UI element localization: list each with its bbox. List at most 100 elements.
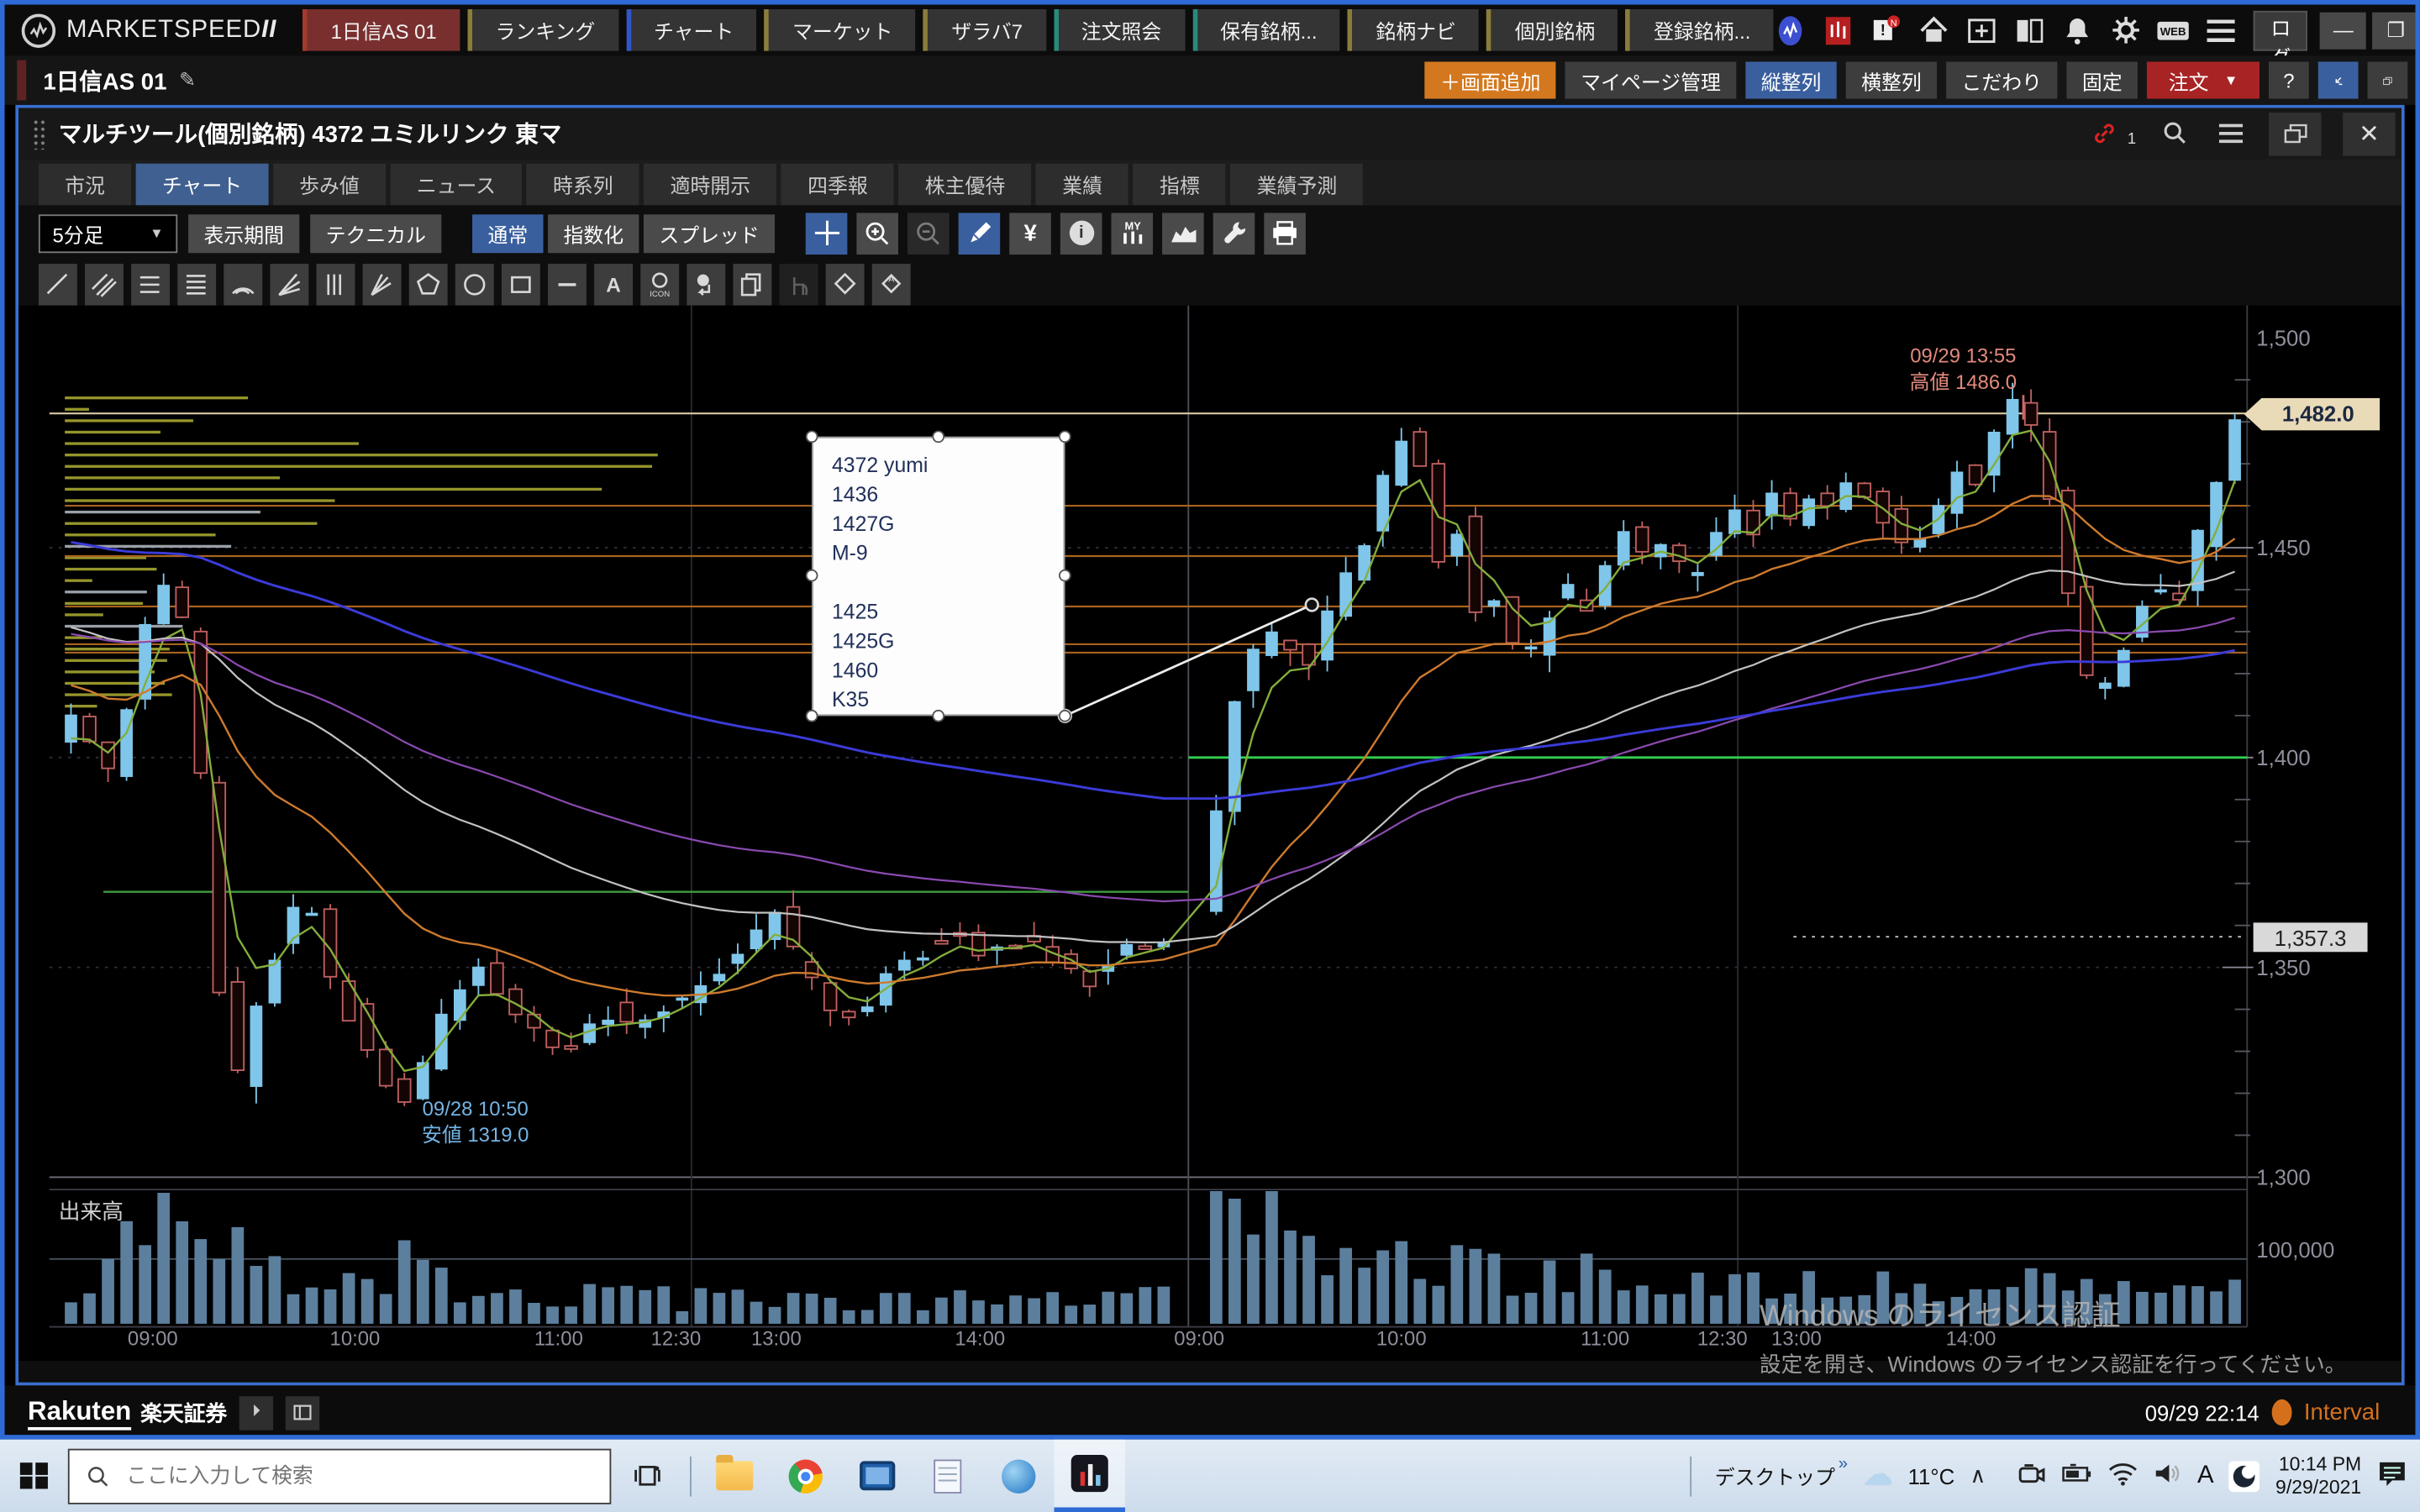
- minimize-button[interactable]: —: [2320, 12, 2366, 49]
- window-tab[interactable]: 業績: [1036, 164, 1128, 206]
- window-menu-icon[interactable]: [2213, 117, 2247, 150]
- eraser-all-icon[interactable]: A: [872, 263, 911, 305]
- start-button[interactable]: [0, 1440, 68, 1512]
- interval-select[interactable]: 5分足▼: [39, 213, 177, 252]
- selection-handle[interactable]: [806, 710, 818, 722]
- circle-icon[interactable]: [455, 263, 494, 305]
- zoom-in-icon[interactable]: [857, 213, 899, 255]
- eraser-icon[interactable]: [826, 263, 865, 305]
- window-tab[interactable]: 株主優待: [899, 164, 1032, 206]
- home-icon[interactable]: [1918, 13, 1951, 47]
- workspace-button[interactable]: ＋画面追加: [1425, 61, 1556, 98]
- help-button[interactable]: ?: [2269, 61, 2309, 98]
- media-player-icon[interactable]: [983, 1440, 1054, 1512]
- drag-handle-icon[interactable]: [33, 118, 47, 150]
- menu-tab[interactable]: マーケット: [765, 9, 916, 51]
- notepad-icon[interactable]: [913, 1440, 983, 1512]
- selection-handle[interactable]: [1059, 710, 1071, 722]
- hlines3-icon[interactable]: [131, 263, 170, 305]
- expand-panel-button[interactable]: ⏵: [239, 1395, 273, 1429]
- selection-handle[interactable]: [932, 710, 944, 722]
- layout-panel-button[interactable]: [286, 1395, 319, 1429]
- wrench-icon[interactable]: [1213, 213, 1255, 255]
- candle-chart-red-icon[interactable]: [1822, 13, 1855, 47]
- workspace-button[interactable]: マイページ管理: [1565, 61, 1736, 98]
- fan-lines-icon[interactable]: [270, 263, 308, 305]
- info-icon[interactable]: i: [1060, 213, 1102, 255]
- selection-handle[interactable]: [806, 570, 818, 582]
- hdash-icon[interactable]: [548, 263, 587, 305]
- fib-arc-icon[interactable]: [224, 263, 262, 305]
- order-button[interactable]: 注文▼: [2147, 61, 2260, 98]
- menu-tab[interactable]: ザラバ7: [923, 9, 1045, 51]
- my-chart-icon[interactable]: MY: [1112, 213, 1154, 255]
- pin-icon[interactable]: [687, 263, 725, 305]
- rectangle-icon[interactable]: [502, 263, 540, 305]
- support-tool-button[interactable]: [2318, 61, 2359, 98]
- icon-stamp-icon[interactable]: ICON: [640, 263, 679, 305]
- taskbar-clock[interactable]: 10:14 PM 9/29/2021: [2275, 1452, 2361, 1499]
- panels-icon[interactable]: [2013, 13, 2047, 47]
- bell-icon[interactable]: [2061, 13, 2095, 47]
- selection-handle[interactable]: [932, 430, 944, 443]
- logout-button[interactable]: ログアウト: [2254, 10, 2307, 50]
- hand-icon[interactable]: [780, 263, 818, 305]
- tray-expand-icon[interactable]: ∧: [1970, 1462, 1986, 1488]
- window-tab[interactable]: ニュース: [391, 164, 523, 206]
- ray-lines-icon[interactable]: [363, 263, 402, 305]
- window-tab[interactable]: 時系列: [527, 164, 639, 206]
- zoom-out-icon[interactable]: [908, 213, 950, 255]
- candlestick-chart[interactable]: [18, 306, 2402, 1361]
- speaker-icon[interactable]: [2153, 1461, 2182, 1490]
- battery-icon[interactable]: [2061, 1462, 2092, 1488]
- window-tab[interactable]: 四季報: [781, 164, 894, 206]
- ime-moon-icon[interactable]: [2229, 1460, 2260, 1491]
- pentagon-icon[interactable]: [409, 263, 448, 305]
- link-icon[interactable]: [2087, 117, 2121, 150]
- pulse-chart-blue-icon[interactable]: [1774, 13, 1807, 47]
- chart-canvas[interactable]: 1,5001,4501,4001,3501,300 09:0010:0011:0…: [18, 306, 2402, 1361]
- window-tab[interactable]: 指標: [1134, 164, 1226, 206]
- camera-icon[interactable]: [2017, 1460, 2046, 1491]
- notification-center-button[interactable]: [2377, 1460, 2408, 1493]
- window-tab[interactable]: 市況: [39, 164, 131, 206]
- trendline-icon[interactable]: [39, 263, 77, 305]
- monitor-icon[interactable]: [841, 1440, 912, 1512]
- chart-note-box[interactable]: 4372 yumi14361427GM-9 14251425G1460K35: [812, 437, 1065, 716]
- maximize-button[interactable]: ❐: [2373, 12, 2419, 49]
- search-input[interactable]: [124, 1462, 593, 1488]
- selection-handle[interactable]: [1059, 430, 1071, 443]
- marketspeed-icon[interactable]: [1054, 1440, 1124, 1512]
- menu-tab[interactable]: 1日信AS 01: [303, 9, 460, 51]
- menu-icon[interactable]: [2204, 13, 2238, 47]
- toolbar-button[interactable]: 表示期間: [188, 213, 299, 252]
- menu-tab[interactable]: ランキング: [467, 9, 618, 51]
- pencil-icon[interactable]: [959, 213, 1001, 255]
- yen-icon[interactable]: ¥: [1009, 213, 1051, 255]
- menu-tab[interactable]: 銘柄ナビ: [1348, 9, 1479, 51]
- mode-button[interactable]: 通常: [472, 213, 544, 252]
- menu-tab[interactable]: 個別銘柄: [1487, 9, 1618, 51]
- window-tab[interactable]: 歩み値: [273, 164, 386, 206]
- workspace-button[interactable]: 横整列: [1846, 61, 1937, 98]
- explorer-icon[interactable]: [699, 1440, 770, 1512]
- workspace-button[interactable]: こだわり: [1946, 61, 2057, 98]
- menu-tab[interactable]: 登録銘柄...: [1626, 9, 1774, 51]
- duplicate-window-button[interactable]: [2269, 112, 2321, 155]
- symbol-search-icon[interactable]: [2158, 117, 2191, 150]
- workspace-button[interactable]: 固定: [2066, 61, 2138, 98]
- multitool-titlebar[interactable]: マルチツール(個別銘柄) 4372 ユミルリンク 東マ 1 ✕: [18, 108, 2402, 160]
- mode-button[interactable]: 指数化: [548, 213, 639, 252]
- printer-icon[interactable]: [1264, 213, 1306, 255]
- area-chart-icon[interactable]: [1162, 213, 1204, 255]
- task-view-button[interactable]: [611, 1440, 681, 1512]
- taskbar-search[interactable]: [68, 1448, 612, 1504]
- edit-workspace-icon[interactable]: ✎: [179, 68, 196, 92]
- selection-handle[interactable]: [1059, 570, 1071, 582]
- menu-tab[interactable]: 保有銘柄...: [1192, 9, 1340, 51]
- copy-icon[interactable]: [733, 263, 771, 305]
- close-window-button[interactable]: ✕: [2343, 112, 2395, 155]
- wifi-icon[interactable]: [2107, 1462, 2137, 1489]
- hlines4-icon[interactable]: [177, 263, 216, 305]
- switch-view-button[interactable]: [2368, 61, 2408, 98]
